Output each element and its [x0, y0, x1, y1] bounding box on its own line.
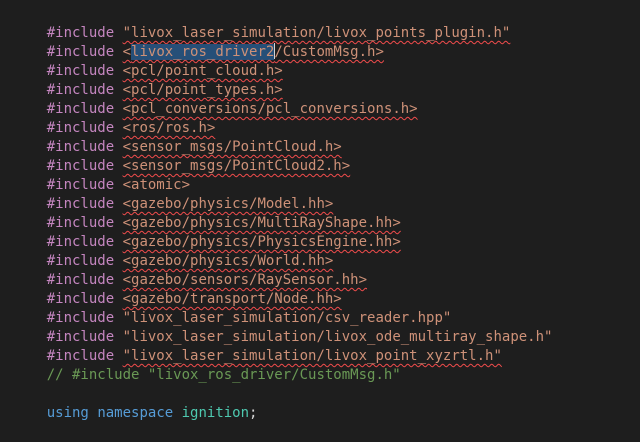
- code-line-1[interactable]: #include "livox_laser_simulation/livox_p…: [0, 5, 640, 41]
- code-line-3[interactable]: #include <pcl/point_cloud.h>: [0, 43, 640, 79]
- code-line-11[interactable]: #include <gazebo/physics/MultiRayShape.h…: [0, 195, 640, 231]
- code-line-8[interactable]: #include <sensor_msgs/PointCloud2.h>: [0, 138, 640, 174]
- code-line-14[interactable]: #include <gazebo/sensors/RaySensor.hh>: [0, 252, 640, 288]
- code-line-6[interactable]: #include <ros/ros.h>: [0, 100, 640, 136]
- code-line-13[interactable]: #include <gazebo/physics/World.hh>: [0, 233, 640, 269]
- code-line-7[interactable]: #include <sensor_msgs/PointCloud.h>: [0, 119, 640, 155]
- code-line-5[interactable]: #include <pcl_conversions/pcl_conversion…: [0, 81, 640, 117]
- code-line-15[interactable]: #include <gazebo/transport/Node.hh>: [0, 271, 640, 307]
- code-line-10[interactable]: #include <gazebo/physics/Model.hh>: [0, 176, 640, 212]
- code-line-20[interactable]: [0, 366, 640, 385]
- code-line-2[interactable]: #include <livox_ros_driver2/CustomMsg.h>: [0, 24, 640, 60]
- semicolon: ;: [249, 405, 258, 421]
- namespace-identifier: ignition: [181, 405, 250, 421]
- code-line-12[interactable]: #include <gazebo/physics/PhysicsEngine.h…: [0, 214, 640, 250]
- code-line-16[interactable]: #include "livox_laser_simulation/csv_rea…: [0, 290, 640, 326]
- code-line-21[interactable]: using namespace ignition;: [0, 385, 640, 421]
- code-editor[interactable]: #include "livox_laser_simulation/livox_p…: [0, 0, 640, 421]
- keyword-using: using: [46, 405, 89, 421]
- code-line-9[interactable]: #include <atomic>: [0, 157, 640, 193]
- code-line-19[interactable]: // #include "livox_ros_driver/CustomMsg.…: [0, 347, 640, 383]
- code-line-18[interactable]: #include "livox_laser_simulation/livox_p…: [0, 328, 640, 364]
- code-line-4[interactable]: #include <pcl/point_types.h>: [0, 62, 640, 98]
- code-line-17[interactable]: #include "livox_laser_simulation/livox_o…: [0, 309, 640, 345]
- keyword-namespace: namespace: [97, 405, 174, 421]
